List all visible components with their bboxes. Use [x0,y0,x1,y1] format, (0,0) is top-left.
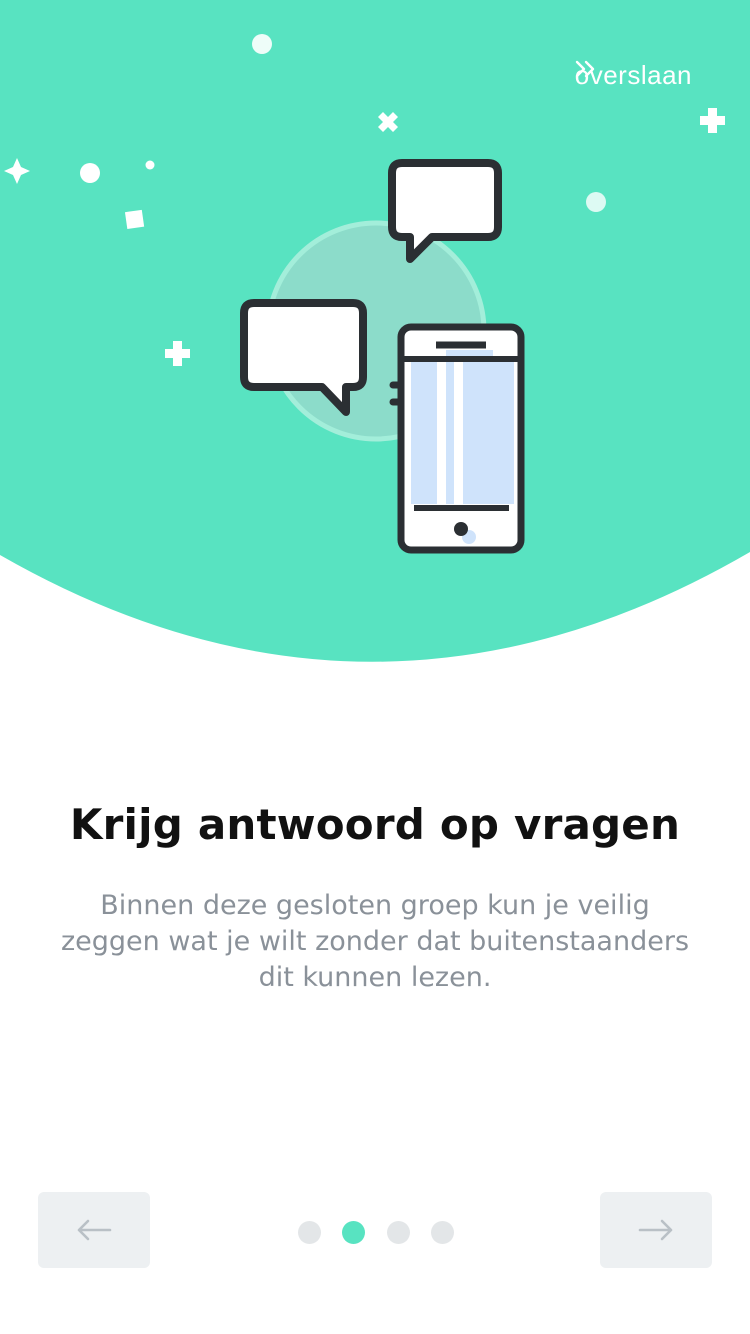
previous-button[interactable] [38,1192,150,1268]
page-dot-2-active[interactable] [342,1220,366,1244]
page-indicator [298,1220,454,1244]
onboarding-hero: overslaan [0,0,750,670]
page-dot-1[interactable] [298,1220,321,1244]
page-dot-4[interactable] [430,1220,454,1244]
arrow-right-icon [638,1219,673,1241]
next-button[interactable] [600,1192,712,1268]
hero-illustration [0,0,750,662]
page-dot-3[interactable] [386,1220,410,1244]
skip-button[interactable]: overslaan [575,60,698,91]
arrow-left-icon [77,1219,112,1241]
page-title: Krijg antwoord op vragen [69,800,681,849]
page-description: Binnen deze gesloten groep kun je veilig… [60,890,690,993]
smartphone-icon [397,323,525,554]
